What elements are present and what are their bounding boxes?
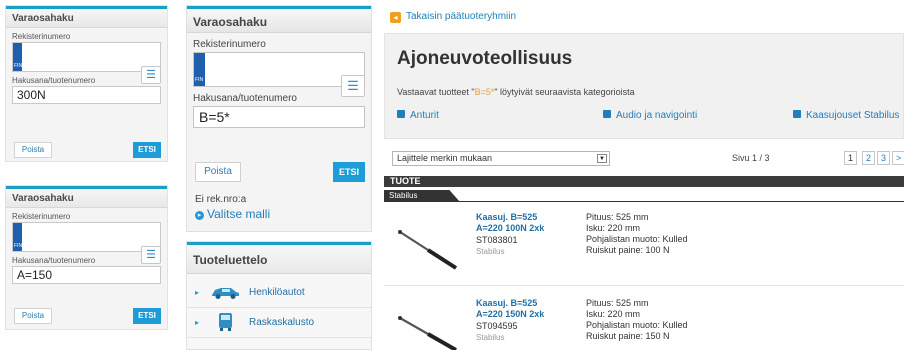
product-brand: Stabilus <box>476 247 505 256</box>
bullet-icon <box>397 110 405 118</box>
page-next[interactable]: > <box>892 151 904 165</box>
catalog-title: Tuoteluettelo <box>187 242 371 274</box>
category-panel: Ajoneuvoteollisuus Vastaavat tuotteet "B… <box>384 33 904 139</box>
clear-button[interactable]: Poista <box>14 308 52 324</box>
page-link-3[interactable]: 3 <box>877 151 891 165</box>
no-reg-text: Ei rek.nro:a <box>195 194 247 205</box>
chevron-right-icon: ▸ <box>195 288 200 297</box>
search-button[interactable]: ETSI <box>133 142 161 158</box>
reg-plate-input[interactable]: FIN <box>12 222 161 252</box>
reg-label: Rekisterinumero <box>193 39 266 50</box>
category-description: Vastaavat tuotteet "B=5*" löytyivät seur… <box>397 87 635 97</box>
bus-icon <box>219 313 232 331</box>
eu-flag-icon: FIN <box>13 223 22 251</box>
search-button[interactable]: ETSI <box>133 308 161 324</box>
gas-spring-image <box>398 316 457 350</box>
gas-spring-image <box>398 230 458 270</box>
product-code: ST083801 <box>476 235 518 245</box>
page-indicator: Sivu 1 / 3 <box>732 153 770 163</box>
bullet-icon <box>793 110 801 118</box>
category-link-audio[interactable]: Audio ja navigointi <box>603 110 697 121</box>
catalog-panel: Tuoteluettelo ▸ Henkilöautot ▸ Raskaskal… <box>186 241 372 350</box>
search-button[interactable]: ETSI <box>333 162 365 182</box>
catalog-item-label: Raskaskalusto <box>249 317 315 328</box>
table-header: TUOTE <box>384 176 904 187</box>
category-link-gas-springs[interactable]: Kaasujouset Stabilus <box>793 110 899 121</box>
eu-flag-icon: FIN <box>13 43 22 71</box>
reg-plate-input[interactable]: FIN <box>12 42 161 72</box>
clear-button[interactable]: Poista <box>14 142 52 158</box>
catalog-item-cars[interactable]: ▸ Henkilöautot <box>187 280 371 308</box>
product-specs: Pituus: 525 mm Isku: 220 mm Pohjalistan … <box>586 298 688 341</box>
search-widget-large: Varaosahaku Rekisterinumero FIN ☰ Hakusa… <box>186 5 372 232</box>
product-specs: Pituus: 525 mm Isku: 220 mm Pohjalistan … <box>586 212 688 255</box>
list-icon[interactable]: ☰ <box>141 246 161 264</box>
product-row: Kaasuj. B=525 A=220 100N 2xk ST083801 Sta… <box>384 210 904 280</box>
product-name-link[interactable]: Kaasuj. B=525 A=220 150N 2xk <box>476 298 544 320</box>
search-term: B=5* <box>474 87 495 97</box>
sort-select-value: Lajittele merkin mukaan <box>397 153 493 163</box>
reg-plate-input[interactable]: FIN <box>193 52 365 87</box>
reg-label: Rekisterinumero <box>12 32 71 41</box>
back-link-label: Takaisin päätuoteryhmiin <box>406 11 517 22</box>
back-arrow-icon: ◂ <box>390 12 401 23</box>
search-widget-2: Varaosahaku Rekisterinumero FIN ☰ Hakusa… <box>5 185 168 330</box>
product-name-link[interactable]: Kaasuj. B=525 A=220 100N 2xk <box>476 212 544 234</box>
divider <box>384 285 904 286</box>
list-icon[interactable]: ☰ <box>341 75 365 97</box>
divider <box>384 201 904 202</box>
search-input[interactable]: A=150 <box>12 266 161 284</box>
widget-title: Varaosahaku <box>6 186 167 208</box>
product-code: ST094595 <box>476 321 518 331</box>
page-link-1[interactable]: 1 <box>844 151 858 165</box>
bullet-icon <box>603 110 611 118</box>
category-title: Ajoneuvoteollisuus <box>397 48 573 69</box>
widget-title: Varaosahaku <box>6 6 167 28</box>
product-brand: Stabilus <box>476 333 505 342</box>
list-icon[interactable]: ☰ <box>141 66 161 84</box>
product-row: Kaasuj. B=525 A=220 150N 2xk ST094595 Sta… <box>384 296 904 350</box>
search-widget-1: Varaosahaku Rekisterinumero FIN ☰ Hakusa… <box>5 5 168 162</box>
back-link[interactable]: ◂ Takaisin päätuoteryhmiin <box>390 11 516 23</box>
car-icon <box>212 288 239 299</box>
choose-model-label: Valitse malli <box>207 207 271 221</box>
category-link-anturit[interactable]: Anturit <box>397 110 439 121</box>
eu-flag-icon: FIN <box>194 53 205 86</box>
arrow-circle-icon: ▸ <box>195 211 204 220</box>
catalog-item-label: Henkilöautot <box>249 287 305 298</box>
search-input[interactable]: B=5* <box>193 106 365 128</box>
sort-select[interactable]: Lajittele merkin mukaan ▼ <box>392 151 610 166</box>
page-link-2[interactable]: 2 <box>862 151 876 165</box>
catalog-item-heavy[interactable]: ▸ Raskaskalusto <box>187 310 371 338</box>
widget-title: Varaosahaku <box>187 6 371 33</box>
search-input[interactable]: 300N <box>12 86 161 104</box>
reg-label: Rekisterinumero <box>12 212 71 221</box>
dropdown-arrow-icon: ▼ <box>597 154 607 163</box>
clear-button[interactable]: Poista <box>195 162 241 182</box>
chevron-right-icon: ▸ <box>195 318 200 327</box>
middle-column: Varaosahaku Rekisterinumero FIN ☰ Hakusa… <box>186 5 372 232</box>
choose-model-link[interactable]: ▸ Valitse malli <box>195 207 270 221</box>
